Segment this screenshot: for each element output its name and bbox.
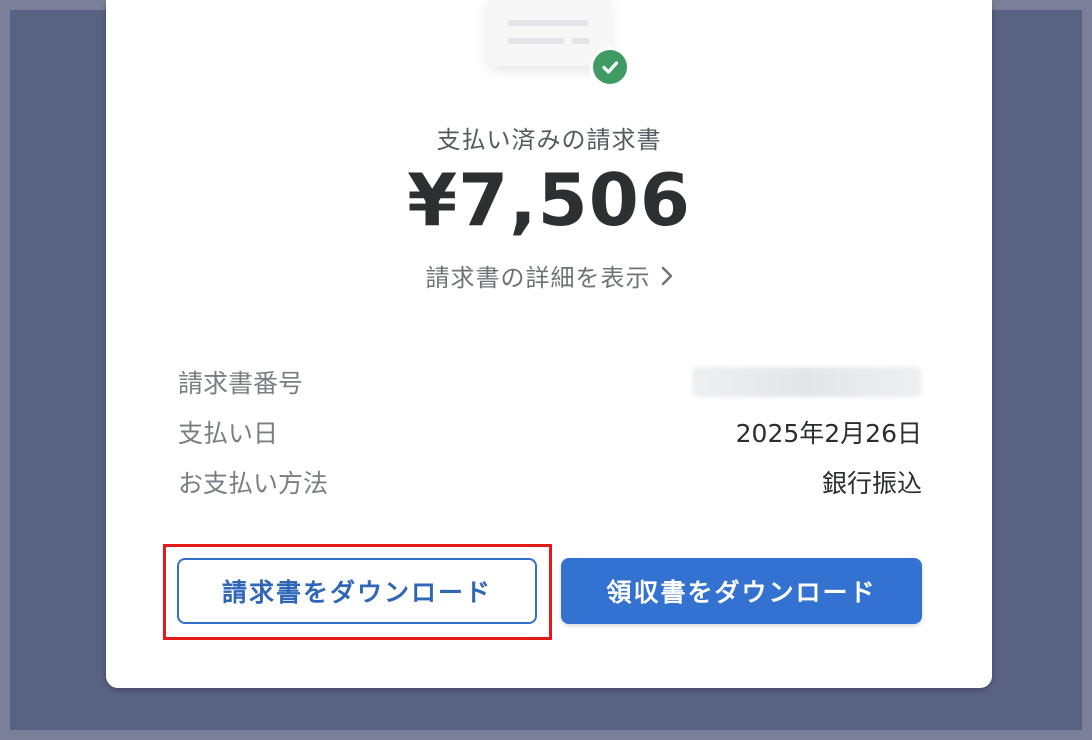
invoice-number-label: 請求書番号 [178, 369, 304, 398]
check-circle-icon [590, 47, 630, 87]
payment-method-label: お支払い方法 [178, 469, 329, 498]
payment-date-row: 支払い日 2025年2月26日 [178, 414, 922, 450]
invoice-number-row: 請求書番号 [178, 364, 922, 400]
payment-date-value: 2025年2月26日 [735, 419, 922, 448]
download-invoice-button[interactable]: 請求書をダウンロード [177, 558, 537, 624]
chevron-right-icon [661, 266, 672, 285]
view-invoice-details-link[interactable]: 請求書の詳細を表示 [106, 258, 992, 293]
invoice-status-caption: 支払い済みの請求書 [436, 126, 662, 154]
payment-method-value: 銀行振込 [821, 469, 922, 498]
view-invoice-details-label: 請求書の詳細を表示 [425, 264, 651, 292]
invoice-amount: ¥7,506 [407, 158, 691, 242]
payment-date-label: 支払い日 [178, 419, 279, 448]
invoice-number-value-redacted [692, 367, 922, 397]
payment-method-row: お支払い方法 銀行振込 [178, 464, 922, 500]
download-receipt-button[interactable]: 領収書をダウンロード [561, 558, 922, 624]
invoice-card: 支払い済みの請求書 ¥7,506 請求書の詳細を表示 請求書番号 支払い日 20… [106, 0, 992, 688]
